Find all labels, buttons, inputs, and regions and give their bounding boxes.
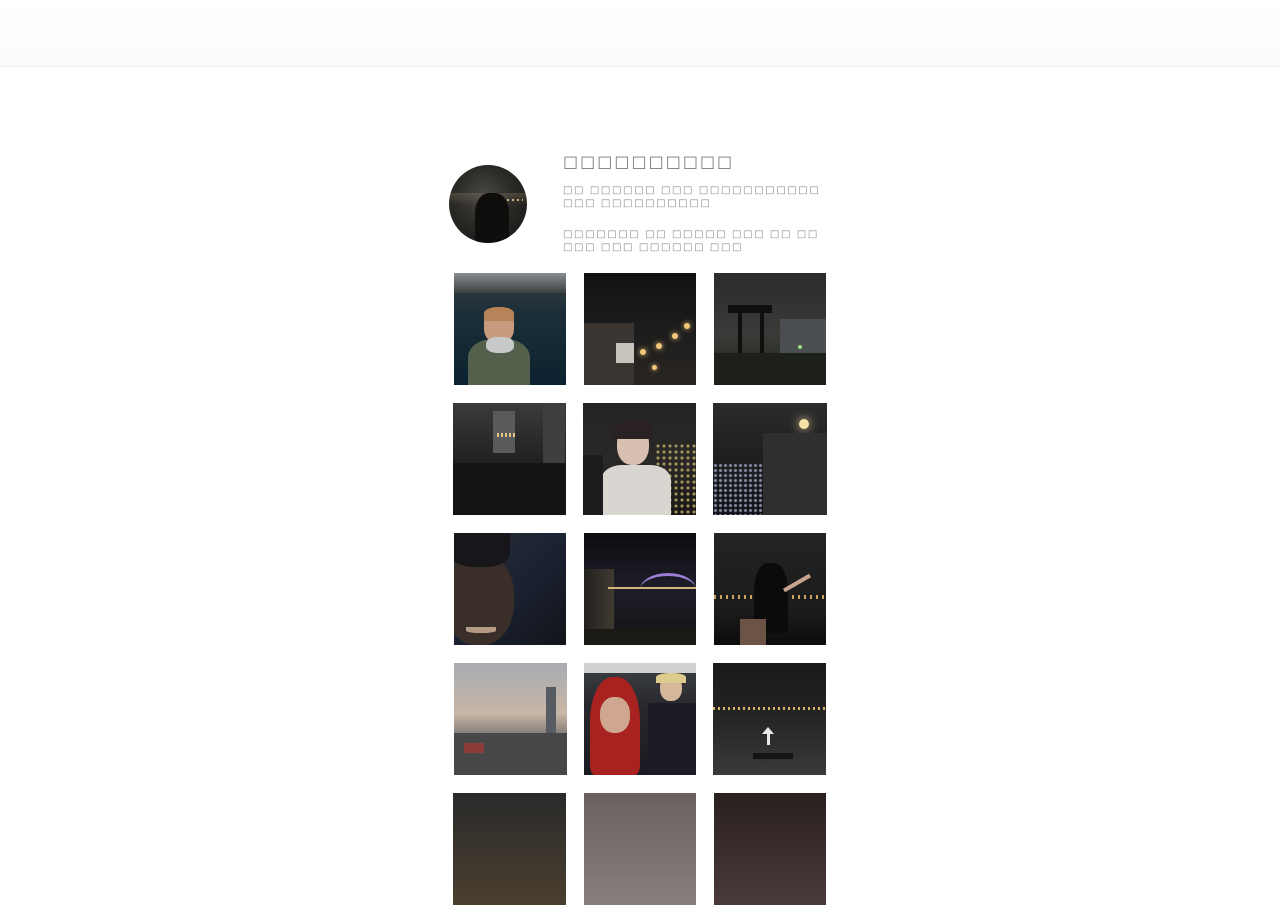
profile-bio-line-1: □□ □□□□□□ □□□ □□□□□□□□□□□ □□□ □□□□□□□□□□ (563, 185, 821, 209)
tower-roof (728, 305, 772, 313)
smile-shape (466, 627, 496, 633)
field-shape (714, 353, 826, 385)
profile-bio-line-2: □□□□□□□ □□ □□□□□ □□□ □□ □□□□□ □□□ □□□□□□… (563, 229, 819, 253)
avatar[interactable] (449, 165, 527, 243)
person-lying (753, 753, 793, 759)
boat-shape (454, 273, 566, 293)
profile-username: □□□□□□□□□□ (563, 152, 735, 171)
post-tile-8[interactable] (584, 533, 696, 645)
post-tile-3[interactable] (714, 273, 826, 385)
blonde-hair (656, 673, 686, 683)
post-tile-15[interactable] (714, 793, 826, 905)
post-tile-11[interactable] (584, 663, 696, 775)
avatar-lights (507, 199, 523, 201)
post-tile-6[interactable] (713, 403, 827, 515)
arrow-up-icon (762, 727, 774, 734)
light-bulb-4 (684, 323, 690, 329)
green-light (798, 345, 802, 349)
light-bulb-2 (656, 343, 662, 349)
horizon-lights (713, 707, 826, 710)
apartments-shape (780, 319, 826, 355)
shoulder-shape (740, 619, 766, 645)
post-tile-9[interactable] (714, 533, 826, 645)
bridge-lights (608, 587, 696, 589)
post-tile-1[interactable] (454, 273, 566, 385)
face-left (600, 697, 630, 733)
dark-jacket (648, 703, 696, 775)
light-bulb-1 (640, 349, 646, 355)
canal-shape (453, 463, 566, 515)
top-header-band (0, 0, 1280, 67)
riverbank-shape (584, 629, 696, 645)
post-tile-5[interactable] (583, 403, 696, 515)
lamp-light (799, 419, 809, 429)
hood-shape (486, 337, 514, 353)
hoodie-shape (601, 465, 671, 515)
light-bulb-5 (652, 365, 657, 370)
window-shape (616, 343, 634, 363)
tall-building (543, 403, 565, 463)
post-tile-4[interactable] (453, 403, 566, 515)
rooftops-shape (454, 733, 567, 775)
post-tile-7[interactable] (454, 533, 566, 645)
post-tile-10[interactable] (454, 663, 567, 775)
friend-shoulder (583, 455, 603, 515)
tower-building (493, 411, 515, 453)
post-tile-14[interactable] (584, 793, 696, 905)
city-lights (713, 463, 763, 515)
hair-shape (484, 307, 514, 321)
post-tile-13[interactable] (453, 793, 566, 905)
fountain-arc (640, 573, 696, 606)
window-lights (497, 433, 517, 437)
hair-shape (454, 533, 510, 567)
post-tile-2[interactable] (584, 273, 696, 385)
bridge-rail (584, 663, 696, 673)
stair-wall (763, 433, 827, 515)
hair-shape (613, 421, 653, 439)
profile-header: □□□□□□□□□□ □□ □□□□□□ □□□ □□□□□□□□□□□ □□□… (448, 150, 832, 260)
red-roof (464, 743, 484, 753)
avatar-figure (475, 193, 509, 243)
light-bulb-3 (672, 333, 678, 339)
post-tile-12[interactable] (713, 663, 826, 775)
